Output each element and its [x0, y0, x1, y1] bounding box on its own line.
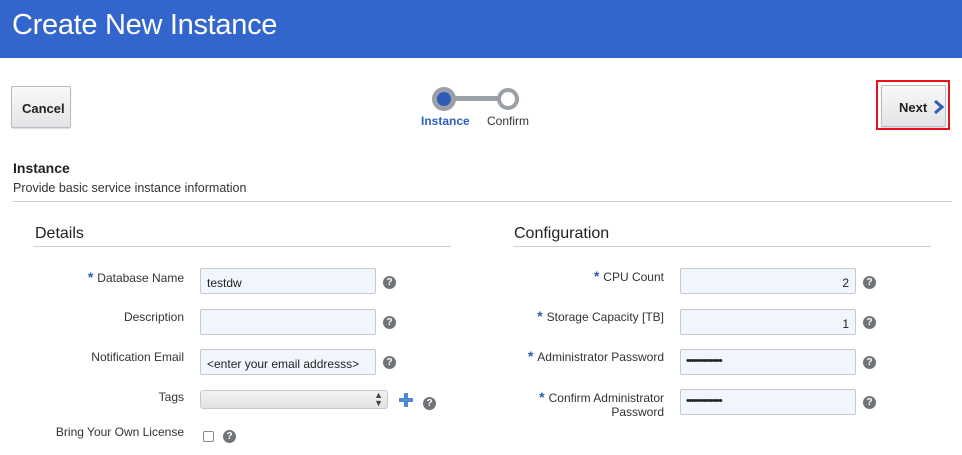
chevron-right-icon: [934, 99, 945, 115]
required-marker: *: [87, 269, 94, 285]
help-icon[interactable]: ?: [863, 396, 876, 409]
cpu-count-value: 2: [842, 276, 849, 290]
storage-capacity-field[interactable]: 1: [680, 309, 856, 335]
select-arrows-icon: ▲ ▼: [374, 390, 383, 408]
cancel-button-label: Cancel: [22, 101, 65, 116]
help-icon[interactable]: ?: [863, 316, 876, 329]
configuration-divider: [513, 246, 931, 247]
description-label: Description: [123, 310, 184, 324]
cpu-count-label: * CPU Count: [593, 268, 664, 284]
notification-email-placeholder: <enter your email addresss>: [207, 357, 360, 371]
notification-email-label: Notification Email: [91, 350, 184, 364]
help-icon[interactable]: ?: [863, 276, 876, 289]
help-icon[interactable]: ?: [383, 316, 396, 329]
admin-password-label: * Administrator Password: [527, 348, 664, 364]
help-icon[interactable]: ?: [383, 276, 396, 289]
confirm-password-field[interactable]: •••••••••••••••: [680, 389, 856, 415]
train-step-instance-dot[interactable]: [432, 87, 456, 111]
tags-select[interactable]: ▲ ▼: [200, 390, 388, 409]
storage-capacity-label: * Storage Capacity [TB]: [537, 308, 664, 324]
section-title: Instance: [13, 160, 70, 176]
storage-capacity-value: 1: [842, 317, 849, 331]
details-divider: [33, 246, 451, 247]
database-name-field[interactable]: testdw: [200, 268, 376, 294]
byol-label: Bring Your Own License: [55, 425, 184, 439]
section-description: Provide basic service instance informati…: [13, 181, 247, 195]
page-header: Create New Instance: [0, 0, 962, 58]
next-button[interactable]: Next: [881, 85, 946, 127]
confirm-password-masked: •••••••••••••••: [686, 395, 723, 407]
byol-checkbox[interactable]: [203, 431, 214, 442]
help-icon[interactable]: ?: [423, 397, 436, 410]
details-title: Details: [35, 225, 84, 242]
configuration-title: Configuration: [514, 225, 610, 242]
database-name-value: testdw: [207, 276, 242, 290]
train-step-confirm-dot[interactable]: [497, 88, 519, 110]
train-step-confirm-label[interactable]: Confirm: [487, 114, 529, 128]
help-icon[interactable]: ?: [383, 356, 396, 369]
confirm-password-label: * Confirm Administrator Password: [539, 389, 664, 419]
help-icon[interactable]: ?: [223, 430, 236, 443]
admin-password-field[interactable]: •••••••••••••••: [680, 349, 856, 375]
admin-password-masked: •••••••••••••••: [686, 355, 723, 367]
section-divider: [12, 201, 952, 202]
tags-label: Tags: [158, 390, 184, 404]
add-tag-plus-icon[interactable]: [398, 392, 414, 408]
notification-email-field[interactable]: <enter your email addresss>: [200, 349, 376, 375]
help-icon[interactable]: ?: [863, 356, 876, 369]
database-name-label: * Database Name: [87, 269, 184, 285]
page-title: Create New Instance: [12, 9, 278, 41]
train-step-instance-label[interactable]: Instance: [421, 114, 470, 128]
cancel-button[interactable]: Cancel: [11, 86, 71, 128]
cpu-count-field[interactable]: 2: [680, 268, 856, 294]
description-field[interactable]: [200, 309, 376, 335]
next-button-label: Next: [899, 100, 928, 115]
